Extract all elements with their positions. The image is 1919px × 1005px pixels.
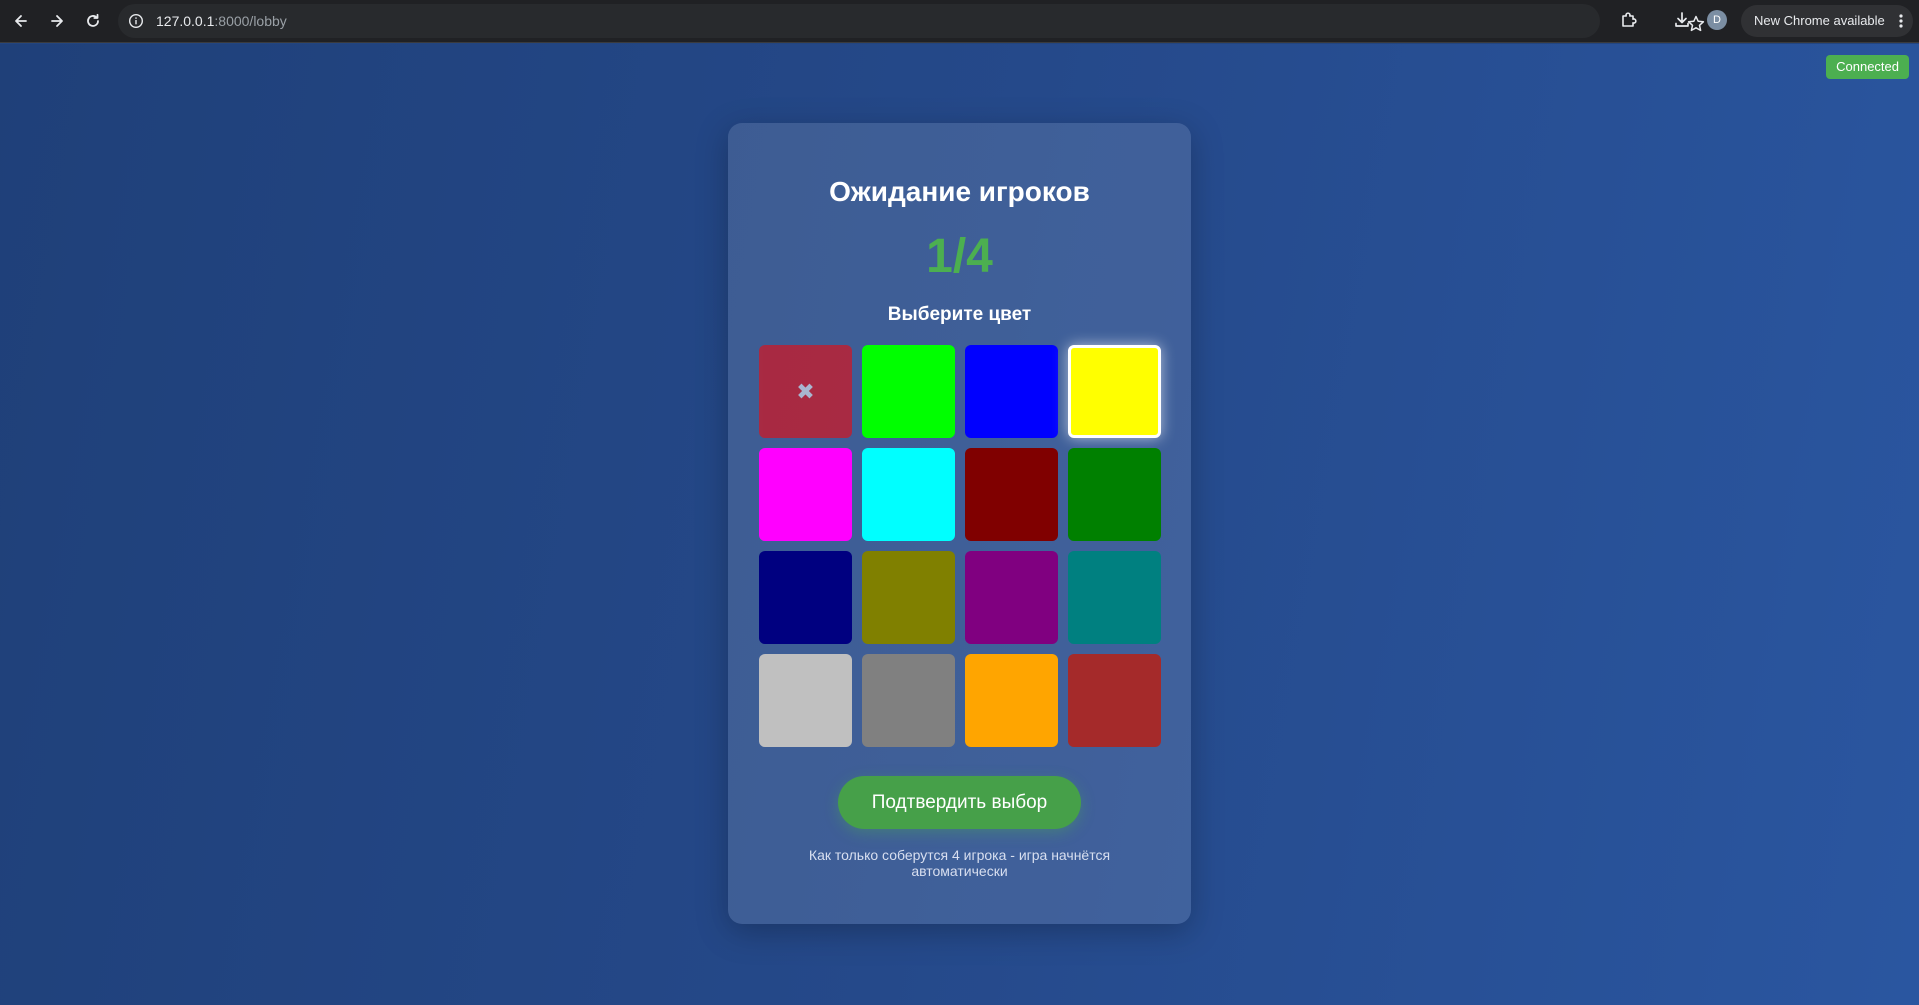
color-swatch-green[interactable] (1068, 448, 1161, 541)
color-swatch-olive[interactable] (862, 551, 955, 644)
auto-start-hint: Как только соберутся 4 игрока - игра нач… (808, 847, 1111, 879)
color-swatch-lime[interactable] (862, 345, 955, 438)
profile-avatar[interactable]: D (1707, 10, 1727, 30)
color-swatch-brown[interactable] (1068, 654, 1161, 747)
extensions-button[interactable] (1618, 9, 1640, 31)
chrome-update-label: New Chrome available (1754, 13, 1885, 28)
download-icon (1675, 12, 1689, 27)
url-host: 127.0.0.1 (156, 13, 215, 29)
more-vert-icon (1899, 14, 1903, 28)
color-swatch-gray[interactable] (862, 654, 955, 747)
color-swatch-cyan[interactable] (862, 448, 955, 541)
color-swatch-red: ✖ (759, 345, 852, 438)
reload-icon (87, 13, 99, 27)
color-swatch-maroon[interactable] (965, 448, 1058, 541)
color-swatch-teal[interactable] (1068, 551, 1161, 644)
page-title: Ожидание игроков (829, 176, 1090, 207)
lobby-card: Ожидание игроков 1/4 Выберите цвет ✖ Под… (728, 123, 1191, 924)
color-prompt: Выберите цвет (887, 304, 1032, 325)
color-swatch-orange[interactable] (965, 654, 1058, 747)
back-arrow-icon (15, 15, 27, 27)
puzzle-icon (1622, 12, 1637, 27)
color-swatch-yellow[interactable] (1068, 345, 1161, 438)
address-bar[interactable]: 127.0.0.1:8000/lobby (118, 4, 1705, 38)
color-swatch-magenta[interactable] (759, 448, 852, 541)
confirm-button[interactable]: Подтвердить выбор (838, 776, 1081, 829)
color-swatch-silver[interactable] (759, 654, 852, 747)
forward-button[interactable] (44, 8, 70, 34)
color-swatch-purple[interactable] (965, 551, 1058, 644)
browser-toolbar: 127.0.0.1:8000/lobby D New Chrome availa… (0, 0, 1919, 43)
lobby-page: Connected Ожидание игроков 1/4 Выберите … (0, 44, 1919, 1005)
url-text[interactable]: 127.0.0.1:8000/lobby (156, 13, 287, 29)
downloads-button[interactable] (1671, 9, 1693, 31)
chrome-update-button[interactable]: New Chrome available (1741, 5, 1913, 37)
player-count: 1/4 (926, 230, 993, 283)
color-swatch-blue[interactable] (965, 345, 1058, 438)
reload-button[interactable] (80, 8, 106, 34)
color-grid: ✖ (759, 345, 1162, 748)
info-icon[interactable] (128, 13, 144, 29)
taken-x-icon: ✖ (796, 378, 815, 404)
color-swatch-navy[interactable] (759, 551, 852, 644)
url-path: :8000/lobby (214, 13, 287, 29)
connection-status-badge: Connected (1826, 55, 1909, 79)
forward-arrow-icon (51, 15, 63, 27)
back-button[interactable] (8, 8, 34, 34)
